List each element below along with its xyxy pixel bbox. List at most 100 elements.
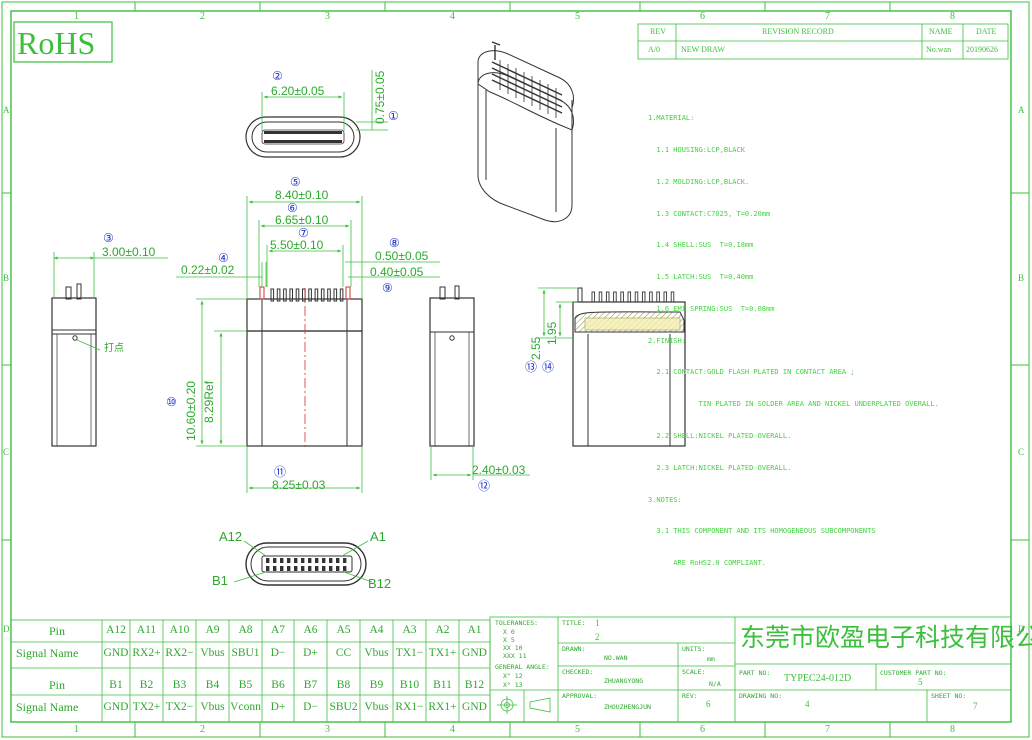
callout-4: ④ (218, 251, 229, 265)
signal-cell-a: SBU1 (231, 647, 260, 659)
iso-view (477, 41, 574, 223)
angle-row: X° 12 (503, 672, 523, 680)
dot-mark-label: 打点 (104, 343, 124, 354)
pin-cell-b: B7 (303, 679, 318, 691)
title-value-2: 2 (595, 632, 600, 642)
signal-cell-b: D+ (270, 701, 286, 713)
title-label: TITLE: (562, 619, 586, 627)
drawn-label: DRAWN: (562, 645, 586, 653)
pin-cell-a: A11 (136, 624, 157, 636)
grid-number: 1 (74, 11, 79, 22)
grid-number: 5 (575, 11, 580, 22)
section-view-pin (627, 291, 632, 303)
label-a1: A1 (370, 529, 386, 544)
dim-0-50: 0.50±0.05 (375, 249, 429, 263)
dim-5-50: 5.50±0.10 (270, 238, 324, 252)
pin-cell-a: A1 (467, 624, 482, 636)
callout-9: ⑨ (382, 281, 393, 295)
callout-1: ① (388, 109, 399, 123)
dim-10-60: 10.60±0.20 (184, 381, 198, 441)
note-line: 2.3 LATCH:NICKEL PLATED OVERALL. (648, 463, 792, 472)
front-view-contact (280, 566, 284, 571)
pin-cell-a: A6 (303, 624, 318, 636)
signal-cell-b: Vbus (200, 701, 225, 713)
note-line: 1.2 MOLDING:LCP,BLACK. (648, 177, 750, 186)
front-view-contact (287, 566, 291, 571)
section-view-pin (641, 291, 646, 303)
pin-cell-a: A9 (205, 624, 220, 636)
pin-cell-b: B4 (205, 679, 220, 691)
dim-0-22: 0.22±0.02 (181, 263, 235, 277)
pin-cell-a: A10 (169, 624, 190, 636)
signal-cell-b: GND (462, 701, 487, 713)
grid-letter: A (1018, 105, 1025, 115)
rohs-mark: RoHS (17, 25, 96, 61)
dim-1-95: 1.95 (545, 321, 559, 345)
grid-number: 7 (825, 724, 830, 735)
pin-cell-b: B3 (172, 679, 187, 691)
rev-value: A/0 (648, 45, 660, 54)
signal-cell-a: D− (270, 647, 286, 659)
signal-cell-a: GND (462, 647, 487, 659)
signal-cell-a: CC (335, 647, 352, 659)
dim-0-40: 0.40±0.05 (370, 265, 424, 279)
front-view-contact (266, 566, 270, 571)
pin-cell-b: B9 (369, 679, 384, 691)
callout-6: ⑥ (287, 201, 298, 215)
front-view-contact (273, 558, 277, 563)
section-view-pin (634, 291, 639, 303)
signal-cell-a: D+ (303, 647, 318, 659)
customer-part-label: CUSTOMER PART NO: (880, 669, 947, 677)
dim-8-25: 8.25±0.03 (272, 478, 326, 492)
callout-10: ⑩ (166, 395, 177, 409)
signal-cell-a: RX2+ (132, 647, 161, 659)
note-line: 2.1 CONTACT:GOLD FLASH PLATED IN CONTACT… (648, 368, 855, 377)
note-line: ARE RoHS2.0 COMPLIANT. (648, 559, 767, 568)
tolerance-row: XX 10 (503, 644, 523, 652)
grid-number: 8 (950, 724, 955, 735)
drawing-sheet: RoHS 1 2 3 4 5 6 7 8 1 2 3 4 5 6 7 8 A B… (0, 0, 1032, 740)
signal-cell-b: SBU2 (329, 701, 358, 713)
front-view-contact (301, 558, 305, 563)
part-no-label: PART NO: (739, 669, 771, 677)
scale-value: N/A (709, 680, 721, 688)
note-line: 1.3 CONTACT:C7025, T=0.20mm (648, 209, 771, 218)
note-line: 1.4 SHELL:SUS T=0.18mm (648, 241, 754, 250)
signal-label-a: Signal Name (16, 646, 79, 660)
drawing-no: 4 (805, 699, 810, 709)
front-view-contact (336, 558, 340, 563)
record-value: NEW DRAW (681, 45, 725, 54)
title-value-1: 1 (595, 618, 600, 628)
note-line: 2.FINISH: (648, 336, 686, 345)
part-no: TYPEC24-012D (784, 673, 852, 684)
checked-label: CHECKED: (562, 668, 594, 676)
label-a12: A12 (219, 529, 243, 544)
pin-cell-b: B6 (271, 679, 285, 691)
front-view (233, 540, 373, 586)
callout-2: ② (272, 69, 283, 83)
signal-cell-b: TX2− (165, 701, 194, 713)
front-view-contact (343, 558, 347, 563)
tolerance-row: XXX 11 (503, 652, 527, 660)
front-view-contact (308, 558, 312, 563)
note-line: 1.5 LATCH:SUS T=0.40mm (648, 273, 754, 282)
front-view-contact (329, 566, 333, 571)
pin-label-b: Pin (49, 678, 66, 692)
section-view-pin (591, 291, 596, 303)
grid-number: 4 (450, 724, 455, 735)
signal-cell-b: TX2+ (132, 701, 161, 713)
rev-header: REV (650, 27, 666, 36)
pin-cell-a: A4 (369, 624, 384, 636)
label-b1: B1 (212, 573, 228, 588)
front-view-contact (315, 558, 319, 563)
front-view-contact (322, 566, 326, 571)
rev-value: 6 (706, 699, 711, 709)
front-view-contact (336, 566, 340, 571)
pin-cell-b: B11 (433, 679, 452, 691)
note-line: 3.1 THIS COMPONENT AND ITS HOMOGENEOUS S… (648, 527, 876, 536)
drawn-value: NO.WAN (604, 654, 628, 662)
grid-number: 6 (700, 724, 705, 735)
checked-value: ZHUANGYONG (604, 677, 644, 685)
signal-cell-a: RX2− (165, 647, 194, 659)
grid-letter: B (3, 273, 10, 283)
